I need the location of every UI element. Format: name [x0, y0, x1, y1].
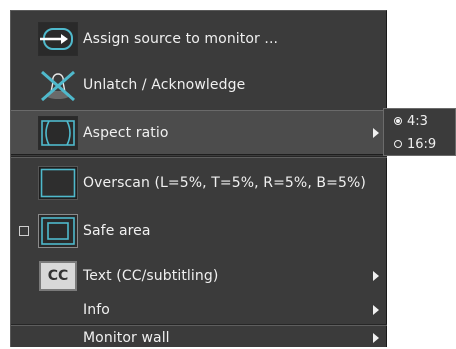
- menu-item-label: Overscan (L=5%, T=5%, R=5%, B=5%): [83, 175, 366, 191]
- assign-source-icon: [38, 22, 78, 56]
- radio-selected-icon[interactable]: [394, 117, 402, 125]
- aspect-ratio-icon: [38, 115, 78, 150]
- menu-item-label: Unlatch / Acknowledge: [83, 77, 246, 93]
- submenu-arrow-icon: [373, 271, 379, 281]
- cc-icon: CC: [38, 259, 78, 293]
- menu-item-aspect-ratio[interactable]: Aspect ratio: [11, 110, 387, 155]
- overscan-icon: [38, 166, 78, 200]
- menu-item-safe-area[interactable]: Safe area: [11, 209, 387, 253]
- menu-item-label: Monitor wall: [83, 330, 170, 346]
- menu-item-label: Text (CC/subtitling): [83, 268, 219, 284]
- safe-area-checkbox[interactable]: [19, 226, 29, 236]
- radio-unselected-icon[interactable]: [394, 140, 402, 148]
- menu-item-label: Safe area: [83, 223, 151, 239]
- menu-item-info[interactable]: Info: [11, 299, 387, 321]
- menu-item-label: Info: [83, 302, 110, 318]
- menu-item-label: Assign source to monitor ...: [83, 31, 279, 47]
- context-menu: Assign source to monitor ... Unlatch / A…: [10, 10, 387, 347]
- submenu-arrow-icon: [373, 127, 379, 138]
- menu-separator: [11, 324, 387, 326]
- safe-area-icon: [38, 214, 78, 248]
- menu-item-label: Aspect ratio: [83, 124, 169, 141]
- menu-item-assign-source[interactable]: Assign source to monitor ...: [11, 19, 387, 59]
- aspect-ratio-submenu: 4:3 16:9: [383, 108, 456, 156]
- submenu-arrow-icon: [373, 305, 379, 315]
- menu-item-overscan[interactable]: Overscan (L=5%, T=5%, R=5%, B=5%): [11, 161, 387, 205]
- submenu-item-label: 16:9: [407, 136, 437, 152]
- submenu-item-16-9[interactable]: 16:9: [384, 133, 455, 155]
- menu-item-unlatch[interactable]: Unlatch / Acknowledge: [11, 65, 387, 105]
- submenu-item-4-3[interactable]: 4:3: [384, 110, 455, 132]
- unlatch-icon: [38, 68, 78, 102]
- menu-item-monitor-wall[interactable]: Monitor wall: [11, 327, 387, 349]
- submenu-item-label: 4:3: [407, 113, 428, 129]
- menu-separator: [11, 156, 387, 158]
- submenu-arrow-icon: [373, 333, 379, 343]
- menu-item-text-cc[interactable]: CC Text (CC/subtitling): [11, 256, 387, 296]
